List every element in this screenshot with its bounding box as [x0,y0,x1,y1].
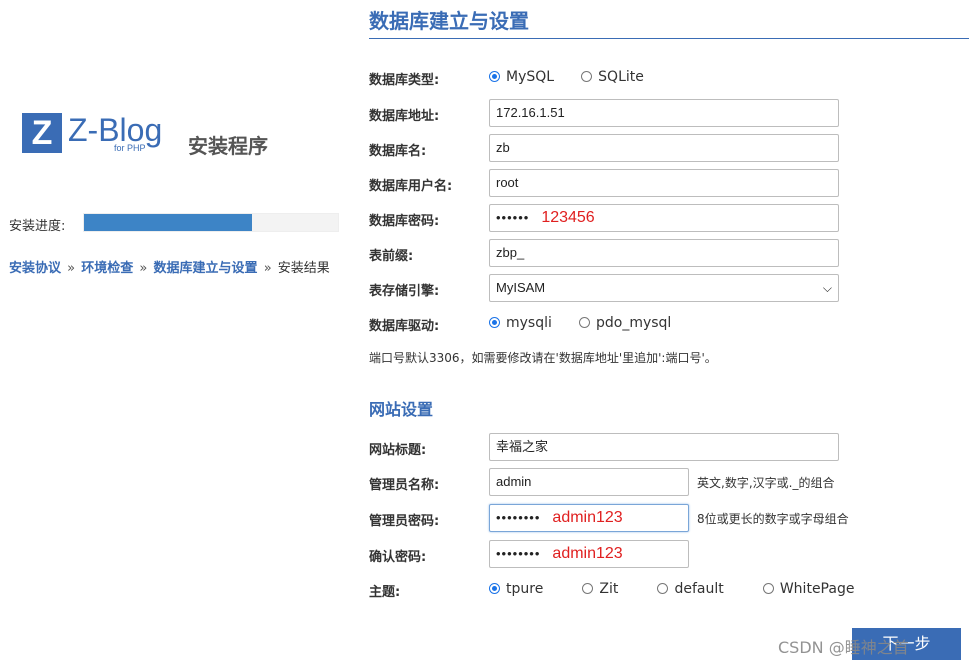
progress-bar [83,213,339,232]
db-driver-label: 数据库驱动: [369,319,440,334]
db-driver-pdo-mysql[interactable]: pdo_mysql [578,315,671,331]
db-type-mysql[interactable]: MySQL [489,69,554,85]
password-annotation: 123456 [541,209,595,226]
radio-unchecked-icon [578,317,590,328]
installer-page: Z Z-Blog for PHP 安装程序 安装进度: 安装协议 » 环境检查 … [0,0,971,666]
admin-name-hint: 英文,数字,汉字或._的组合 [697,476,835,490]
theme-radios: tpure Zit default WhitePage [489,578,876,606]
theme-tpure[interactable]: tpure [489,581,543,597]
radio-unchecked-icon [582,583,594,594]
db-user-input[interactable]: root [489,169,839,197]
confirm-password-row: 确认密码: •••••••• admin123 [369,540,969,568]
title-divider [369,38,969,39]
radio-unchecked-icon [581,71,593,82]
radio-unchecked-icon [657,583,669,594]
db-engine-row: 表存储引擎: MyISAM ⌵ [369,274,969,302]
password-annotation: admin123 [552,545,623,562]
password-mask: •••••••• [496,510,541,525]
confirm-password-input[interactable]: •••••••• admin123 [489,540,689,568]
site-title-input[interactable]: 幸福之家 [489,433,839,461]
logo-subtitle: for PHP [114,143,146,153]
admin-password-row: 管理员密码: •••••••• admin123 8位或更长的数字或字母组合 [369,504,969,532]
engine-selected-value: MyISAM [496,280,546,295]
progress-fill [84,214,252,231]
step-separator: » [263,261,272,276]
port-note: 端口号默认3306，如需要修改请在'数据库地址'里追加':端口号'。 [369,351,717,365]
db-engine-select[interactable]: MyISAM ⌵ [489,274,839,302]
step-result: 安装结果 [277,261,330,276]
db-user-label: 数据库用户名: [369,179,453,194]
theme-row: 主题: tpure Zit default WhitePage [369,575,969,603]
radio-checked-icon [489,71,500,82]
admin-name-row: 管理员名称: admin 英文,数字,汉字或._的组合 [369,468,969,496]
step-db-setup[interactable]: 数据库建立与设置 [154,261,258,276]
theme-default[interactable]: default [657,581,724,597]
chevron-down-icon: ⌵ [822,281,832,295]
db-prefix-row: 表前缀: zbp_ [369,239,969,267]
progress-label: 安装进度: [9,219,66,234]
db-name-row: 数据库名: zb [369,134,969,162]
db-name-label: 数据库名: [369,144,427,159]
step-separator: » [139,261,148,276]
admin-password-input[interactable]: •••••••• admin123 [489,504,689,532]
db-password-row: 数据库密码: •••••• 123456 [369,204,969,232]
radio-checked-icon [489,583,500,594]
step-env-check[interactable]: 环境检查 [81,261,133,276]
db-host-input[interactable]: 172.16.1.51 [489,99,839,127]
db-name-input[interactable]: zb [489,134,839,162]
admin-name-label: 管理员名称: [369,478,440,493]
site-title-row: 网站标题: 幸福之家 [369,433,969,461]
installer-title: 安装程序 [188,134,268,158]
db-driver-row: 数据库驱动: mysqli pdo_mysql [369,309,969,337]
logo-mark: Z [22,113,62,153]
step-separator: » [67,261,76,276]
admin-password-hint: 8位或更长的数字或字母组合 [697,512,849,526]
radio-unchecked-icon [762,583,774,594]
db-prefix-label: 表前缀: [369,249,414,264]
db-host-label: 数据库地址: [369,109,440,124]
db-password-input[interactable]: •••••• 123456 [489,204,839,232]
step-agreement[interactable]: 安装协议 [9,261,61,276]
db-host-row: 数据库地址: 172.16.1.51 [369,99,969,127]
db-type-sqlite[interactable]: SQLite [581,69,644,85]
radio-checked-icon [489,317,500,328]
confirm-password-label: 确认密码: [369,550,427,565]
password-mask: •••••• [496,210,530,225]
theme-zit[interactable]: Zit [582,581,618,597]
theme-whitepage[interactable]: WhitePage [762,581,854,597]
csdn-watermark: CSDN @睡神之首 [778,638,909,657]
admin-name-input[interactable]: admin [489,468,689,496]
db-password-label: 数据库密码: [369,214,440,229]
db-type-row: 数据库类型: MySQL SQLite [369,63,969,91]
db-engine-label: 表存储引擎: [369,284,440,299]
db-section-title: 数据库建立与设置 [369,9,529,33]
db-driver-radios: mysqli pdo_mysql [489,312,693,340]
db-prefix-input[interactable]: zbp_ [489,239,839,267]
site-section-title: 网站设置 [369,400,434,419]
password-mask: •••••••• [496,546,541,561]
zblog-logo: Z Z-Blog for PHP 安装程序 [22,110,282,160]
db-type-radios: MySQL SQLite [489,66,666,94]
theme-label: 主题: [369,585,401,600]
db-user-row: 数据库用户名: root [369,169,969,197]
password-annotation: admin123 [552,509,623,526]
site-title-label: 网站标题: [369,443,427,458]
admin-password-label: 管理员密码: [369,514,440,529]
step-breadcrumb: 安装协议 » 环境检查 » 数据库建立与设置 » 安装结果 [9,257,330,276]
db-driver-mysqli[interactable]: mysqli [489,315,552,331]
db-type-label: 数据库类型: [369,73,440,88]
